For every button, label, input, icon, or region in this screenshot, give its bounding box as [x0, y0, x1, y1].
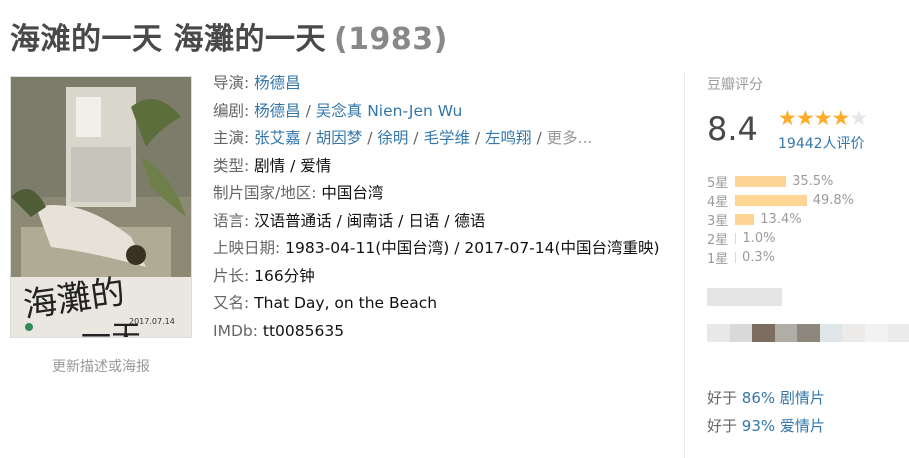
star-icon: ★ — [795, 106, 815, 130]
rating-star-label: 4星 — [707, 195, 729, 210]
imdb-label: IMDb: — [213, 321, 258, 340]
genre-value: 剧情 / 爱情 — [254, 156, 332, 175]
better-than-item: 好于 86% 剧情片 — [707, 384, 825, 412]
imdb-row: IMDb: tt0085635 — [213, 318, 675, 346]
rating-star-label: 5星 — [707, 176, 729, 191]
rating-star-label: 3星 — [707, 214, 729, 229]
cast-more-link[interactable]: 更多... — [547, 129, 593, 147]
cast-link[interactable]: 胡因梦 — [316, 129, 363, 147]
director-label: 导演: — [213, 74, 250, 92]
writer-row: 编剧: 杨德昌 / 吴念真 Nien-Jen Wu — [213, 101, 463, 120]
rating-bar-row: 3星 13.4% — [707, 210, 854, 229]
update-poster-link[interactable]: 更新描述或海报 — [10, 356, 192, 376]
rating-pct: 0.3% — [742, 250, 776, 265]
language-row: 语言: 汉语普通话 / 闽南话 / 日语 / 德语 — [213, 208, 675, 236]
rating-distribution: 5星 35.5% 4星 49.8% 3星 13.4% 2星 1.0% 1星 0.3% — [707, 172, 854, 267]
rating-star-label: 2星 — [707, 233, 729, 248]
better-than-item: 好于 93% 爱情片 — [707, 412, 825, 440]
title-text: 海滩的一天 海灘的一天 — [10, 22, 326, 57]
star-empty-icon: ★ — [849, 106, 868, 130]
writer-link[interactable]: 吴念真 Nien-Jen Wu — [316, 102, 463, 120]
rating-pct: 13.4% — [760, 212, 802, 227]
aka-value: That Day, on the Beach — [254, 294, 438, 312]
aka-row: 又名: That Day, on the Beach — [213, 290, 675, 318]
rating-bar — [735, 214, 755, 225]
language-label: 语言: — [213, 211, 250, 230]
rating-pct: 1.0% — [742, 231, 776, 246]
rating-bar-row: 2星 1.0% — [707, 229, 854, 248]
rating-bar — [735, 176, 787, 187]
rating-bar-row: 5星 35.5% — [707, 172, 854, 191]
director-link[interactable]: 杨德昌 — [254, 74, 301, 92]
rating-pct: 49.8% — [812, 193, 855, 208]
cast-link[interactable]: 毛学维 — [423, 129, 470, 147]
star-icon: ★ — [831, 106, 850, 130]
rating-bar — [735, 233, 737, 244]
better-than: 好于 86% 剧情片 好于 93% 爱情片 — [707, 384, 825, 440]
director-row: 导演: 杨德昌 — [213, 70, 675, 98]
cast-row: 主演: 张艾嘉 / 胡因梦 / 徐明 / 毛学维 / 左鸣翔 / 更多... — [213, 129, 593, 147]
runtime-label: 片长: — [213, 266, 250, 285]
page-title: 海滩的一天 海灘的一天 (1983) — [10, 14, 448, 58]
rating-bar-row: 1星 0.3% — [707, 248, 854, 267]
star-icon: ★ — [778, 106, 797, 130]
better-than-link[interactable]: 86% 剧情片 — [742, 389, 825, 407]
svg-text:2017.07.14: 2017.07.14 — [129, 317, 175, 326]
rating-star-label: 1星 — [707, 252, 729, 267]
rating-panel: 豆瓣评分 8.4 ★★★★★ 19442人评价 5星 35.5% 4星 49.8% … — [684, 72, 909, 458]
rating-count-link[interactable]: 19442人评价 — [778, 133, 865, 153]
release-value: 1983-04-11(中国台湾) / 2017-07-14(中国台湾重映) — [285, 239, 660, 257]
country-row: 制片国家/地区: 中国台湾 — [213, 180, 675, 208]
writer-link[interactable]: 杨德昌 — [254, 102, 301, 120]
star-icon: ★ — [813, 106, 833, 130]
language-value: 汉语普通话 / 闽南话 / 日语 / 德语 — [254, 211, 486, 230]
release-label: 上映日期: — [213, 239, 281, 257]
blurred-content — [707, 324, 909, 342]
genre-label: 类型: — [213, 156, 250, 175]
aka-label: 又名: — [213, 294, 250, 312]
cast-label: 主演: — [213, 129, 250, 147]
blurred-content — [707, 288, 782, 306]
country-value: 中国台湾 — [321, 184, 384, 202]
release-row: 上映日期: 1983-04-11(中国台湾) / 2017-07-14(中国台湾… — [213, 235, 675, 263]
rating-title: 豆瓣评分 — [707, 77, 763, 93]
runtime-value: 166分钟 — [254, 266, 315, 285]
cast-link[interactable]: 徐明 — [377, 129, 408, 147]
rating-bar-row: 4星 49.8% — [707, 191, 854, 210]
movie-info: 导演: 杨德昌 编剧: 杨德昌 / 吴念真 Nien-Jen Wu 主演: 张艾… — [213, 70, 675, 345]
rating-bar — [735, 252, 736, 263]
writer-label: 编剧: — [213, 101, 250, 120]
cast-link[interactable]: 张艾嘉 — [254, 129, 301, 147]
country-label: 制片国家/地区: — [213, 184, 317, 202]
title-year: (1983) — [333, 22, 448, 57]
imdb-value: tt0085635 — [262, 321, 345, 340]
better-than-link[interactable]: 93% 爱情片 — [742, 417, 825, 435]
rating-score: 8.4 — [707, 110, 758, 148]
better-than-prefix: 好于 — [707, 389, 738, 407]
genre-row: 类型: 剧情 / 爱情 — [213, 153, 675, 181]
runtime-row: 片长: 166分钟 — [213, 263, 675, 291]
poster-image: 海灘的 一天 2017.07.14 — [11, 77, 191, 337]
rating-bar — [735, 195, 807, 206]
better-than-prefix: 好于 — [707, 417, 738, 435]
movie-poster[interactable]: 海灘的 一天 2017.07.14 — [10, 76, 192, 338]
rating-stars: ★★★★★ — [778, 106, 868, 130]
cast-link[interactable]: 左鸣翔 — [485, 129, 532, 147]
rating-pct: 35.5% — [792, 174, 834, 189]
